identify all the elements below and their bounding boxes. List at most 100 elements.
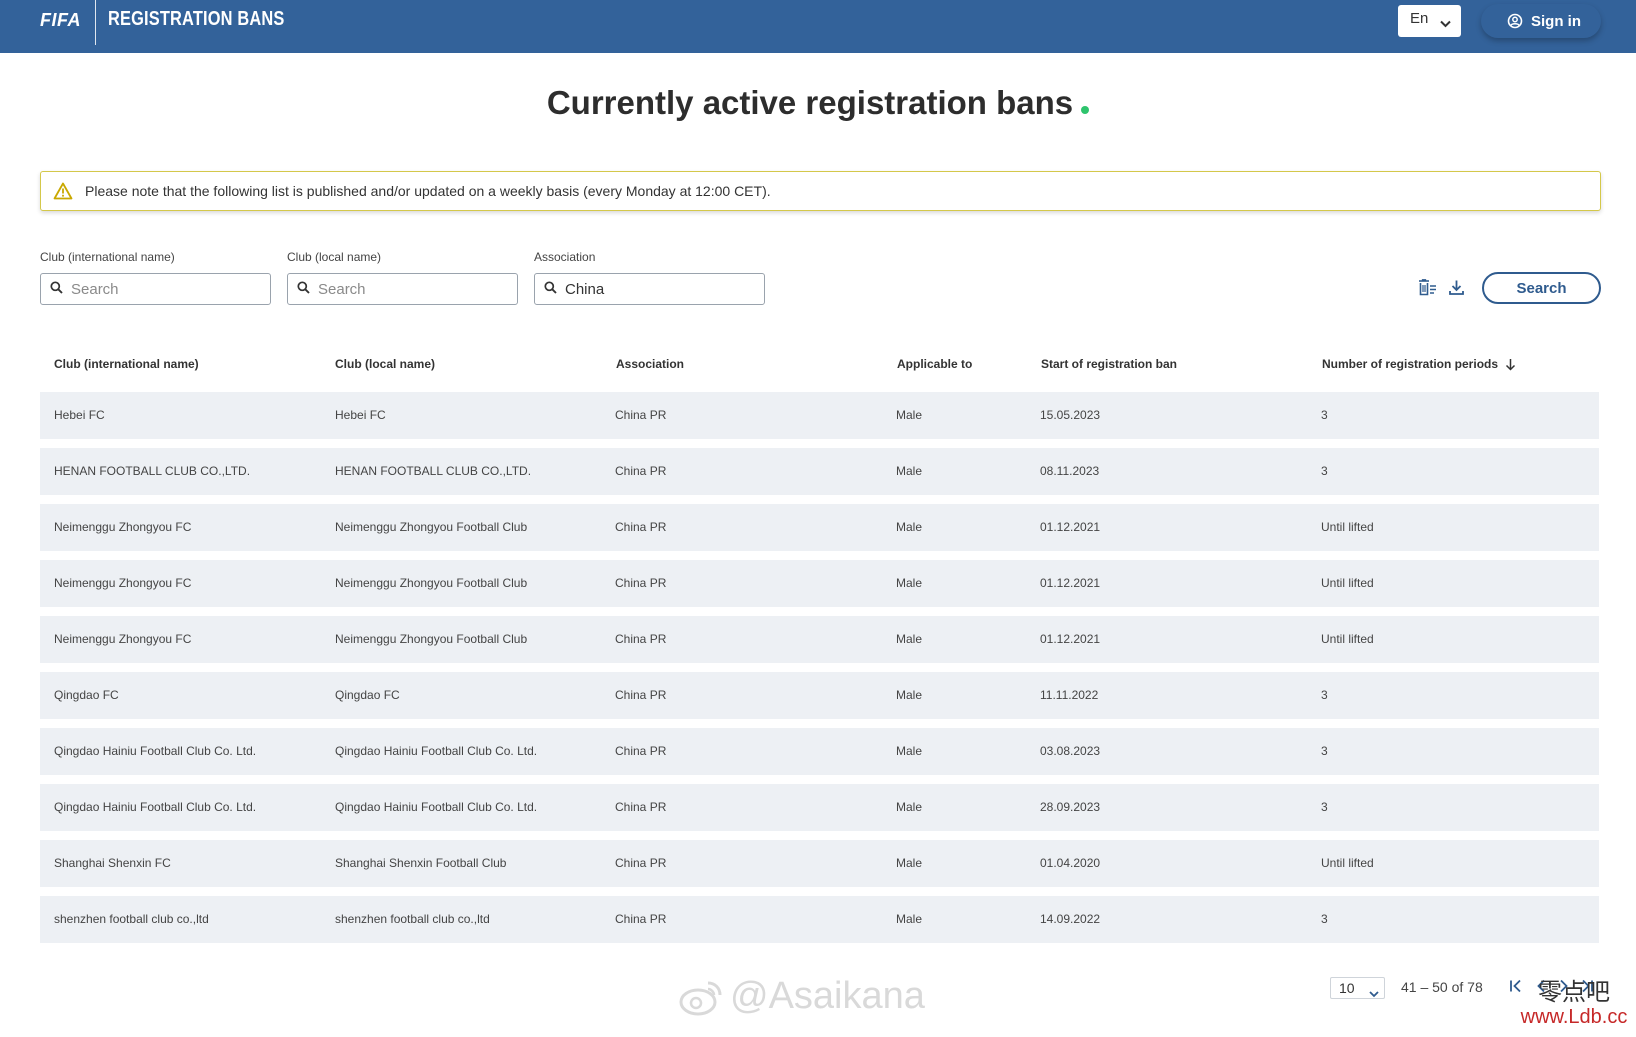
table-row[interactable]: Neimenggu Zhongyou FC Neimenggu Zhongyou… — [40, 560, 1599, 607]
cell-start-date: 01.12.2021 — [1040, 632, 1101, 646]
column-header-registration-periods-label: Number of registration periods — [1322, 357, 1499, 371]
cell-club-local: Neimenggu Zhongyou Football Club — [335, 576, 528, 590]
cell-registration-periods: 3 — [1321, 912, 1328, 926]
column-header-club-local[interactable]: Club (local name) — [335, 357, 435, 371]
column-header-applicable-to[interactable]: Applicable to — [897, 357, 972, 371]
app-title[interactable]: REGISTRATION BANS — [108, 8, 285, 31]
cell-start-date: 01.12.2021 — [1040, 576, 1101, 590]
logo-divider — [95, 0, 96, 45]
site-watermark: 零点吧 www.Ldb.cc — [1514, 978, 1634, 1028]
warning-icon — [53, 182, 73, 200]
clear-filters-icon[interactable] — [1418, 279, 1437, 296]
cell-start-date: 15.05.2023 — [1040, 408, 1101, 422]
cell-association: China PR — [615, 464, 667, 478]
cell-applicable-to: Male — [896, 800, 923, 814]
cell-association: China PR — [615, 912, 667, 926]
pagination-range: 41 – 50 of 78 — [1401, 979, 1483, 995]
cell-club-international: Shanghai Shenxin FC — [54, 856, 171, 870]
cell-club-international: Qingdao Hainiu Football Club Co. Ltd. — [54, 744, 257, 758]
cell-club-local: Qingdao Hainiu Football Club Co. Ltd. — [335, 800, 538, 814]
cell-registration-periods: Until lifted — [1321, 520, 1374, 534]
cell-applicable-to: Male — [896, 856, 923, 870]
cell-club-local: Neimenggu Zhongyou Football Club — [335, 632, 528, 646]
cell-club-international: Hebei FC — [54, 408, 105, 422]
cell-applicable-to: Male — [896, 688, 923, 702]
column-header-start-date[interactable]: Start of registration ban — [1041, 357, 1177, 371]
association-search-field[interactable] — [534, 273, 765, 305]
cell-registration-periods: 3 — [1321, 800, 1328, 814]
site-watermark-name: 零点吧 — [1538, 978, 1610, 1006]
cell-club-international: HENAN FOOTBALL CLUB CO.,LTD. — [54, 464, 251, 478]
page-size-value: 10 — [1339, 980, 1355, 996]
cell-start-date: 03.08.2023 — [1040, 744, 1101, 758]
cell-applicable-to: Male — [896, 520, 923, 534]
cell-association: China PR — [615, 688, 667, 702]
cell-association: China PR — [615, 576, 667, 590]
table-row[interactable]: HENAN FOOTBALL CLUB CO.,LTD. HENAN FOOTB… — [40, 448, 1599, 495]
search-button[interactable]: Search — [1482, 272, 1601, 304]
cell-applicable-to: Male — [896, 912, 923, 926]
sign-in-label: Sign in — [1531, 12, 1581, 30]
sign-in-button[interactable]: Sign in — [1481, 4, 1601, 38]
search-icon — [50, 281, 63, 297]
cell-association: China PR — [615, 408, 667, 422]
table-row[interactable]: Qingdao Hainiu Football Club Co. Ltd. Qi… — [40, 784, 1599, 831]
cell-club-international: Qingdao FC — [54, 688, 119, 702]
cell-start-date: 01.04.2020 — [1040, 856, 1101, 870]
club-international-label: Club (international name) — [40, 250, 175, 264]
column-header-association[interactable]: Association — [616, 357, 684, 371]
cell-applicable-to: Male — [896, 744, 923, 758]
top-bar: FIFA REGISTRATION BANS En Sign in — [0, 0, 1636, 53]
cell-registration-periods: 3 — [1321, 688, 1328, 702]
cell-applicable-to: Male — [896, 464, 923, 478]
table-row[interactable]: shenzhen football club co.,ltd shenzhen … — [40, 896, 1599, 943]
table-row[interactable]: Qingdao Hainiu Football Club Co. Ltd. Qi… — [40, 728, 1599, 775]
cell-registration-periods: Until lifted — [1321, 576, 1374, 590]
cell-association: China PR — [615, 632, 667, 646]
weibo-watermark: @Asaikana — [678, 975, 925, 1018]
cell-club-international: shenzhen football club co.,ltd — [54, 912, 209, 926]
cell-association: China PR — [615, 744, 667, 758]
cell-registration-periods: 3 — [1321, 408, 1328, 422]
club-international-input[interactable] — [71, 280, 251, 298]
association-input[interactable] — [565, 280, 745, 298]
table-row[interactable]: Hebei FC Hebei FC China PR Male 15.05.20… — [40, 392, 1599, 439]
chevron-down-icon — [1440, 15, 1451, 32]
cell-association: China PR — [615, 520, 667, 534]
user-circle-icon — [1507, 13, 1523, 29]
page-title-text: Currently active registration bans — [546, 84, 1074, 121]
table-row[interactable]: Neimenggu Zhongyou FC Neimenggu Zhongyou… — [40, 504, 1599, 551]
column-header-club-international[interactable]: Club (international name) — [54, 357, 199, 371]
club-international-search-field[interactable] — [40, 273, 271, 305]
cell-club-local: Neimenggu Zhongyou Football Club — [335, 520, 528, 534]
cell-club-international: Neimenggu Zhongyou FC — [54, 576, 192, 590]
notice-text: Please note that the following list is p… — [85, 183, 771, 199]
cell-registration-periods: Until lifted — [1321, 632, 1374, 646]
cell-club-local: Hebei FC — [335, 408, 386, 422]
table-row[interactable]: Neimenggu Zhongyou FC Neimenggu Zhongyou… — [40, 616, 1599, 663]
cell-club-local: Shanghai Shenxin Football Club — [335, 856, 507, 870]
page-size-select[interactable]: 10 — [1330, 977, 1385, 999]
cell-club-international: Neimenggu Zhongyou FC — [54, 632, 192, 646]
weekly-update-notice: Please note that the following list is p… — [40, 171, 1601, 211]
cell-club-local: shenzhen football club co.,ltd — [335, 912, 490, 926]
cell-association: China PR — [615, 800, 667, 814]
cell-club-local: Qingdao Hainiu Football Club Co. Ltd. — [335, 744, 538, 758]
cell-club-international: Neimenggu Zhongyou FC — [54, 520, 192, 534]
language-select[interactable]: En — [1398, 5, 1461, 37]
table-row[interactable]: Shanghai Shenxin FC Shanghai Shenxin Foo… — [40, 840, 1599, 887]
cell-club-local: Qingdao FC — [335, 688, 400, 702]
cell-registration-periods: 3 — [1321, 744, 1328, 758]
cell-applicable-to: Male — [896, 408, 923, 422]
column-header-registration-periods[interactable]: Number of registration periods — [1322, 357, 1516, 371]
search-icon — [297, 281, 310, 297]
fifa-logo[interactable]: FIFA — [40, 10, 81, 31]
sort-arrow-down-icon[interactable] — [1505, 358, 1516, 371]
download-icon[interactable] — [1448, 279, 1465, 296]
cell-start-date: 28.09.2023 — [1040, 800, 1101, 814]
club-local-search-field[interactable] — [287, 273, 518, 305]
table-row[interactable]: Qingdao FC Qingdao FC China PR Male 11.1… — [40, 672, 1599, 719]
cell-club-local: HENAN FOOTBALL CLUB CO.,LTD. — [335, 464, 532, 478]
club-local-input[interactable] — [318, 280, 498, 298]
language-value: En — [1410, 10, 1429, 27]
